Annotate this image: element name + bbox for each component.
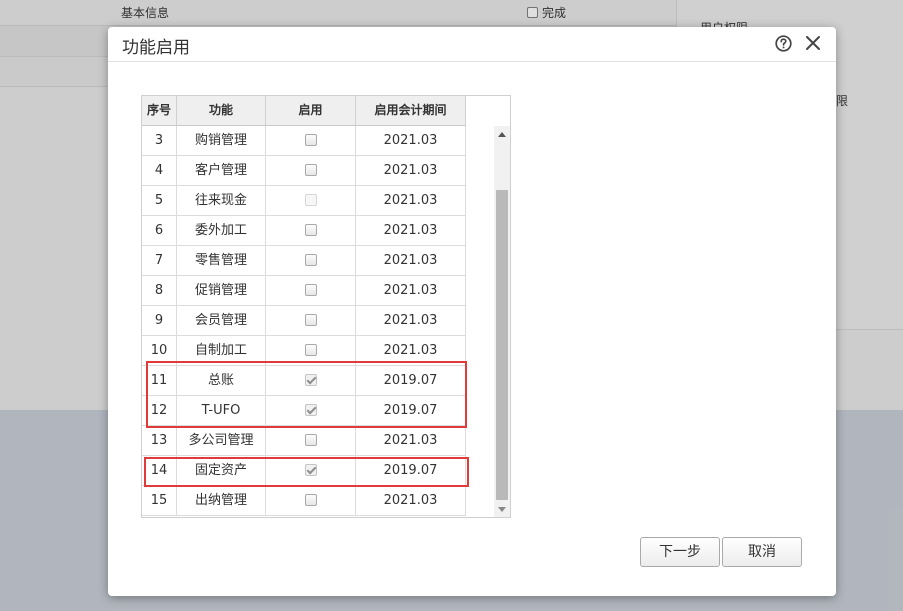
- table-row[interactable]: 12 T-UFO 2019.07: [142, 396, 466, 426]
- scroll-down-arrow-icon[interactable]: [494, 501, 510, 517]
- scroll-up-arrow-icon[interactable]: [494, 126, 510, 142]
- function-name: T-UFO: [177, 396, 266, 425]
- table-row[interactable]: 7 零售管理 2021.03: [142, 246, 466, 276]
- start-period: 2021.03: [356, 186, 466, 215]
- row-number: 10: [142, 336, 177, 365]
- row-number: 6: [142, 216, 177, 245]
- vertical-scrollbar[interactable]: [494, 126, 510, 517]
- grid-body: 3 购销管理 2021.03 4 客户管理 2021.03 5 往来现金 2021.03 6 委外加…: [142, 126, 466, 516]
- column-header-no[interactable]: 序号: [142, 96, 177, 125]
- enabled-cell: [266, 426, 356, 455]
- enabled-checkbox[interactable]: [304, 434, 317, 446]
- enabled-checkbox[interactable]: [304, 284, 317, 296]
- function-name: 客户管理: [177, 156, 266, 185]
- function-name: 总账: [177, 366, 266, 395]
- table-row[interactable]: 15 出纳管理 2021.03: [142, 486, 466, 516]
- help-circle-icon[interactable]: [775, 35, 792, 52]
- enabled-cell: [266, 156, 356, 185]
- table-row[interactable]: 10 自制加工 2021.03: [142, 336, 466, 366]
- start-period: 2021.03: [356, 426, 466, 455]
- enabled-cell: [266, 336, 356, 365]
- table-row[interactable]: 4 客户管理 2021.03: [142, 156, 466, 186]
- enabled-checkbox[interactable]: [304, 224, 317, 236]
- enabled-cell: [266, 276, 356, 305]
- column-header-function[interactable]: 功能: [177, 96, 266, 125]
- scrollbar-thumb[interactable]: [496, 190, 508, 500]
- enabled-cell: [266, 306, 356, 335]
- next-step-button[interactable]: 下一步: [640, 537, 720, 567]
- start-period: 2021.03: [356, 276, 466, 305]
- table-row[interactable]: 8 促销管理 2021.03: [142, 276, 466, 306]
- enabled-checkbox-checked: [304, 404, 317, 416]
- function-name: 往来现金: [177, 186, 266, 215]
- column-header-period[interactable]: 启用会计期间: [356, 96, 466, 125]
- start-period: 2019.07: [356, 366, 466, 395]
- row-number: 7: [142, 246, 177, 275]
- function-name: 零售管理: [177, 246, 266, 275]
- row-number: 3: [142, 126, 177, 155]
- row-number: 4: [142, 156, 177, 185]
- table-row[interactable]: 9 会员管理 2021.03: [142, 306, 466, 336]
- row-number: 11: [142, 366, 177, 395]
- table-row[interactable]: 13 多公司管理 2021.03: [142, 426, 466, 456]
- function-name: 购销管理: [177, 126, 266, 155]
- table-row[interactable]: 6 委外加工 2021.03: [142, 216, 466, 246]
- function-name: 固定资产: [177, 456, 266, 485]
- enabled-cell: [266, 456, 356, 485]
- row-number: 15: [142, 486, 177, 515]
- table-row[interactable]: 3 购销管理 2021.03: [142, 126, 466, 156]
- enabled-cell: [266, 216, 356, 245]
- feature-enable-dialog: 功能启用 序号 功能 启用 启用会计期间 3 购销管理 2021.03 4 客户管理 20…: [108, 27, 836, 596]
- start-period: 2019.07: [356, 396, 466, 425]
- enabled-checkbox-checked: [304, 374, 317, 386]
- start-period: 2021.03: [356, 156, 466, 185]
- dialog-title: 功能启用: [122, 38, 190, 58]
- enabled-cell: [266, 366, 356, 395]
- row-number: 9: [142, 306, 177, 335]
- enabled-cell: [266, 486, 356, 515]
- enabled-cell: [266, 246, 356, 275]
- table-row[interactable]: 14 固定资产 2019.07: [142, 456, 466, 486]
- function-name: 委外加工: [177, 216, 266, 245]
- function-name: 自制加工: [177, 336, 266, 365]
- enabled-checkbox[interactable]: [304, 344, 317, 356]
- start-period: 2021.03: [356, 126, 466, 155]
- function-name: 会员管理: [177, 306, 266, 335]
- row-number: 14: [142, 456, 177, 485]
- enabled-cell: [266, 396, 356, 425]
- function-name: 出纳管理: [177, 486, 266, 515]
- start-period: 2021.03: [356, 216, 466, 245]
- enabled-checkbox-checked: [304, 464, 317, 476]
- enabled-checkbox[interactable]: [304, 164, 317, 176]
- feature-grid: 序号 功能 启用 启用会计期间 3 购销管理 2021.03 4 客户管理 2021.03…: [141, 95, 511, 518]
- function-name: 促销管理: [177, 276, 266, 305]
- grid-header: 序号 功能 启用 启用会计期间: [142, 96, 466, 126]
- enabled-checkbox[interactable]: [304, 494, 317, 506]
- function-name: 多公司管理: [177, 426, 266, 455]
- row-number: 8: [142, 276, 177, 305]
- enabled-checkbox[interactable]: [304, 254, 317, 266]
- enabled-checkbox: [304, 194, 317, 206]
- start-period: 2021.03: [356, 336, 466, 365]
- enabled-cell: [266, 186, 356, 215]
- cancel-button[interactable]: 取消: [722, 537, 802, 567]
- start-period: 2021.03: [356, 486, 466, 515]
- grid-empty-area: [466, 96, 494, 517]
- dialog-header: 功能启用: [108, 27, 836, 62]
- row-number: 5: [142, 186, 177, 215]
- row-number: 13: [142, 426, 177, 455]
- start-period: 2019.07: [356, 456, 466, 485]
- close-icon[interactable]: [804, 34, 822, 52]
- table-row[interactable]: 5 往来现金 2021.03: [142, 186, 466, 216]
- column-header-enabled[interactable]: 启用: [266, 96, 356, 125]
- enabled-checkbox[interactable]: [304, 134, 317, 146]
- enabled-cell: [266, 126, 356, 155]
- enabled-checkbox[interactable]: [304, 314, 317, 326]
- start-period: 2021.03: [356, 306, 466, 335]
- row-number: 12: [142, 396, 177, 425]
- start-period: 2021.03: [356, 246, 466, 275]
- table-row[interactable]: 11 总账 2019.07: [142, 366, 466, 396]
